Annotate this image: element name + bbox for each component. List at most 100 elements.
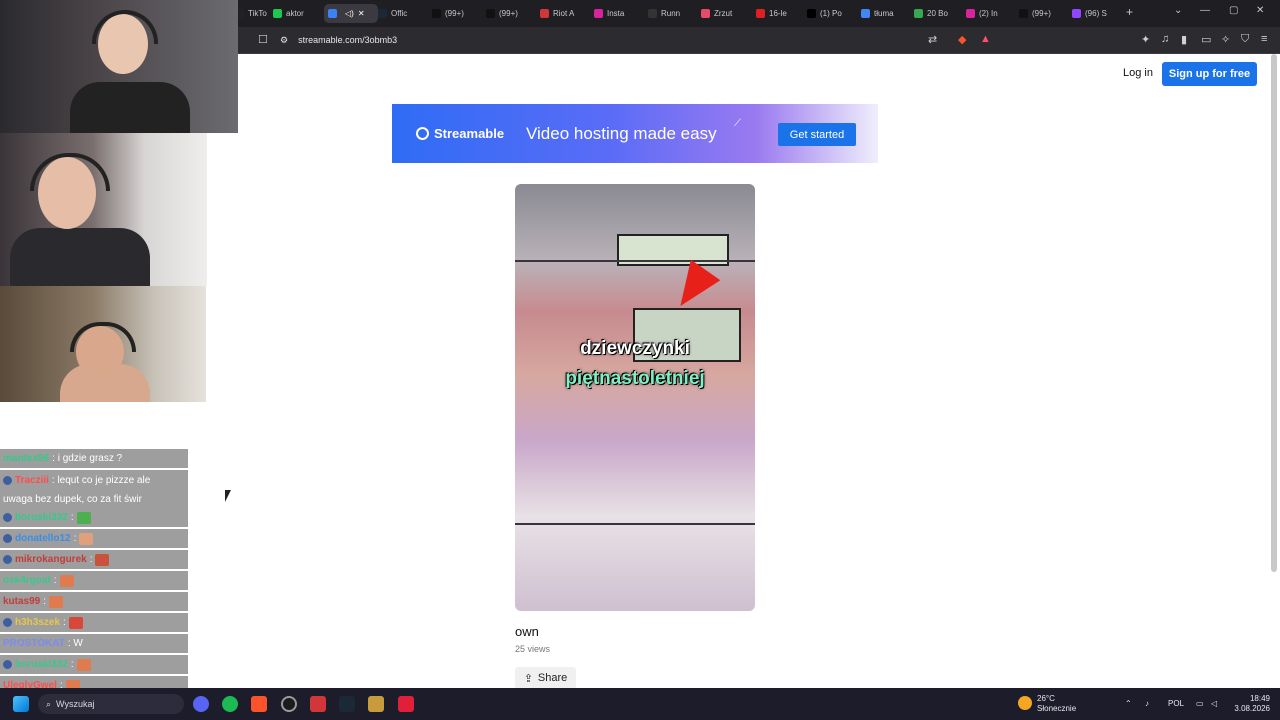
tab-close-icon[interactable]: ✕ (358, 9, 365, 18)
chat-username[interactable]: donatello12 (15, 533, 71, 544)
show-hidden-icons[interactable]: ⌃ (1125, 699, 1132, 708)
vpn-icon[interactable]: ⛉ (1241, 33, 1249, 46)
league-of-legends-icon[interactable] (368, 696, 384, 712)
tab-label: TikTo (248, 9, 267, 18)
tab-favicon-icon (540, 9, 549, 18)
spotify-icon[interactable] (222, 696, 238, 712)
minimize-icon[interactable]: — (1200, 5, 1210, 16)
browser-tab[interactable]: (99+) (432, 4, 480, 23)
chat-message: mikrokangurek: (0, 550, 188, 569)
chat-username[interactable]: PROSTOKAT (3, 638, 65, 649)
browser-tab[interactable]: Zrzut (701, 4, 749, 23)
chat-username[interactable]: kutas99 (3, 596, 40, 607)
browser-tab[interactable]: aktor (273, 4, 321, 23)
taskbar-search[interactable]: ⌕ Wyszukaj (38, 694, 184, 714)
browser-tab[interactable]: 16-le (756, 4, 804, 23)
chat-message: boruski332: (0, 508, 188, 527)
brave-browser-icon[interactable] (251, 696, 267, 712)
promo-banner[interactable]: Streamable Video hosting made easy ⟋ Get… (392, 104, 878, 163)
signup-button[interactable]: Sign up for free (1162, 62, 1257, 86)
tab-audio-icon[interactable]: ◁) (345, 9, 354, 18)
browser-tab[interactable]: tłuma (861, 4, 909, 23)
steam-icon[interactable] (339, 696, 355, 712)
menu-icon[interactable]: ≡ (1261, 33, 1267, 45)
wallet-icon[interactable]: ▭ (1201, 33, 1211, 46)
tab-favicon-icon (914, 9, 923, 18)
tab-favicon-icon (378, 9, 387, 18)
chat-emote-icon (49, 595, 64, 608)
tab-favicon-icon (432, 9, 441, 18)
chat-message: Tracziii: lequt co je pizzze ale (0, 470, 188, 491)
browser-tab[interactable]: Riot A (540, 4, 588, 23)
chat-username[interactable]: boruski332 (15, 512, 68, 523)
extensions-icon[interactable]: ✦ (1141, 33, 1150, 46)
chat-badge-icon (3, 476, 12, 485)
weather-widget[interactable]: 26°C Słonecznie (1018, 694, 1076, 714)
browser-tab[interactable]: 20 Bo (914, 4, 962, 23)
streamable-logo: Streamable (416, 126, 504, 141)
weather-temp: 26°C (1037, 694, 1055, 703)
share-button[interactable]: ⇪ Share (515, 667, 576, 689)
chat-username[interactable]: boruski332 (15, 659, 68, 670)
browser-tab[interactable]: (96) S (1072, 4, 1120, 23)
translate-icon[interactable]: ⇄ (928, 33, 937, 46)
chat-username[interactable]: mikrokangurek (15, 554, 87, 565)
sparkle-icon: ⟋ (734, 118, 741, 129)
microphone-icon[interactable]: ♪ (1145, 699, 1149, 708)
leo-ai-icon[interactable]: ✧ (1221, 33, 1230, 46)
maximize-icon[interactable]: ▢ (1229, 5, 1238, 16)
login-link[interactable]: Log in (1123, 67, 1153, 79)
browser-tab[interactable]: Runn (648, 4, 696, 23)
address-bar[interactable]: ⚙ streamable.com/3obmb3 (280, 30, 1000, 50)
page-scrollbar[interactable] (1271, 54, 1277, 572)
browser-tab[interactable]: (99+) (486, 4, 534, 23)
banner-brand: Streamable (434, 126, 505, 141)
riot-client-icon[interactable] (310, 696, 326, 712)
get-started-button[interactable]: Get started (778, 123, 856, 146)
brave-shield-icon[interactable]: ◆ (958, 33, 966, 46)
taskbar-clock[interactable]: 18:49 3.08.2026 (1228, 694, 1270, 714)
site-info-icon[interactable]: ⚙ (280, 35, 288, 46)
chat-text: : (89, 554, 93, 565)
chat-text: : (63, 617, 66, 628)
browser-tab[interactable]: ◁) ✕ (324, 4, 378, 23)
chat-text: : (43, 596, 47, 607)
bookmark-icon[interactable]: ☐ (258, 33, 268, 46)
tab-favicon-icon (1072, 9, 1081, 18)
close-window-icon[interactable]: ✕ (1256, 5, 1264, 16)
discord-icon[interactable] (193, 696, 209, 712)
browser-tab[interactable]: (99+) (1019, 4, 1067, 23)
volume-icon[interactable]: ◁ (1211, 699, 1217, 708)
browser-tab[interactable]: Insta (594, 4, 642, 23)
new-tab-button[interactable]: + (1126, 5, 1133, 19)
tab-label: Offic (391, 9, 408, 18)
chat-message: boruski332: (0, 655, 188, 674)
chat-username[interactable]: h3h3szek (15, 617, 60, 628)
language-indicator[interactable]: POL (1168, 699, 1184, 708)
tab-favicon-icon (861, 9, 870, 18)
video-player[interactable]: dziewczynki piętnastoletniej (515, 184, 755, 611)
stream-chat: mantex96: i gdzie grasz ? Tracziii: lequt… (0, 447, 190, 695)
browser-tab[interactable]: (1) Po (807, 4, 855, 23)
chat-text: : i gdzie grasz ? (52, 453, 123, 464)
media-icon[interactable]: ♫ (1161, 33, 1169, 45)
windows-start-icon[interactable] (13, 696, 29, 712)
chat-text: uwaga bez dupek, co za fit świr (3, 494, 142, 505)
clock-time: 18:49 (1249, 694, 1270, 703)
chat-username[interactable]: mantex96 (3, 453, 49, 464)
obs-icon[interactable] (281, 696, 297, 712)
brave-rewards-icon[interactable]: ▲ (980, 33, 991, 45)
tab-label: (99+) (499, 9, 518, 18)
app-icon[interactable] (398, 696, 414, 712)
tab-label: Zrzut (714, 9, 733, 18)
network-icon[interactable]: ▭ (1196, 699, 1204, 708)
mouse-cursor-icon (225, 490, 231, 502)
sidebar-icon[interactable]: ▮ (1181, 33, 1187, 46)
browser-tab[interactable]: Offic (378, 4, 426, 23)
browser-tab[interactable]: (2) In (966, 4, 1014, 23)
chat-message: PROSTOKAT: W (0, 634, 188, 653)
tab-label: Runn (661, 9, 681, 18)
chat-username[interactable]: osk4rgoat (3, 575, 51, 586)
tab-search-icon[interactable]: ⌄ (1174, 5, 1182, 16)
chat-username[interactable]: Tracziii (15, 475, 49, 486)
